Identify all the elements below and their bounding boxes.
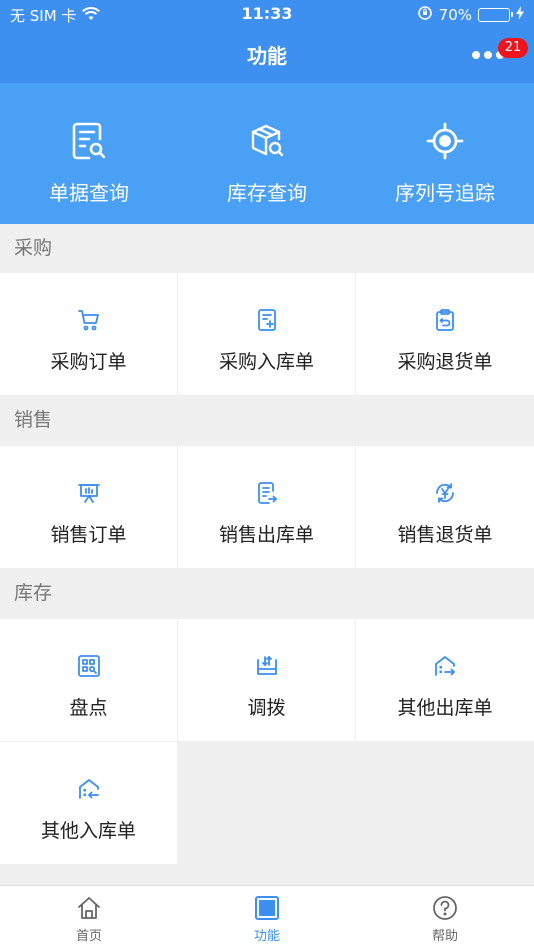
menu-item-other-inbound[interactable]: 其他入库单	[0, 742, 177, 864]
status-bar: 无 SIM 卡 11:33 70%	[0, 0, 534, 28]
quick-action-document-query[interactable]: 单据查询	[0, 83, 178, 224]
more-dot-icon	[484, 51, 492, 59]
menu-item-purchase-return[interactable]: 采购退货单	[356, 273, 534, 395]
menu-item-label: 销售退货单	[397, 524, 493, 546]
section-grid-purchase: 采购订单 采购入库单 采购退货单	[0, 273, 534, 395]
inventory-scan-icon	[76, 653, 102, 679]
target-icon	[425, 121, 465, 161]
grid-filler	[356, 742, 534, 864]
menu-item-purchase-order[interactable]: 采购订单	[0, 273, 177, 395]
tab-label: 帮助	[431, 929, 458, 944]
quick-action-label: 单据查询	[49, 181, 129, 205]
menu-item-other-outbound[interactable]: 其他出库单	[356, 619, 534, 741]
quick-action-stock-query[interactable]: 库存查询	[178, 83, 356, 224]
menu-item-sales-return[interactable]: 销售退货单	[356, 446, 534, 568]
status-right: 70%	[417, 5, 524, 25]
tab-label: 功能	[253, 929, 280, 944]
tab-functions[interactable]: 功能	[178, 886, 356, 950]
warehouse-in-icon	[76, 776, 102, 802]
section-header-inventory: 库存	[0, 569, 534, 617]
menu-item-label: 调拨	[247, 697, 286, 719]
menu-item-label: 其他入库单	[40, 820, 136, 842]
grid-filler	[178, 742, 355, 864]
menu-item-label: 销售出库单	[218, 524, 314, 546]
document-export-icon	[254, 480, 280, 506]
section-header-sales: 销售	[0, 396, 534, 444]
quick-action-label: 序列号追踪	[395, 181, 495, 205]
tab-help[interactable]: 帮助	[356, 886, 534, 950]
quick-action-serial-tracking[interactable]: 序列号追踪	[356, 83, 534, 224]
menu-item-stocktake[interactable]: 盘点	[0, 619, 177, 741]
notification-badge: 21	[498, 38, 528, 58]
section-grid-sales: 销售订单 销售出库单 销售退货单	[0, 446, 534, 568]
section-grid-inventory: 盘点 调拨 其他出库单 其他入库单	[0, 619, 534, 864]
document-add-icon	[254, 307, 280, 333]
menu-item-label: 其他出库单	[397, 697, 493, 719]
clipboard-return-icon	[432, 307, 458, 333]
warehouse-out-icon	[432, 653, 458, 679]
yen-refresh-icon	[432, 480, 458, 506]
battery-percent: 70%	[438, 6, 472, 24]
menu-item-label: 采购退货单	[397, 351, 493, 373]
charging-icon	[516, 6, 524, 24]
quick-action-label: 库存查询	[227, 181, 307, 205]
cart-icon	[76, 307, 102, 333]
more-dot-icon	[472, 51, 480, 59]
tab-label: 首页	[75, 929, 102, 944]
menu-item-purchase-inbound[interactable]: 采购入库单	[178, 273, 355, 395]
menu-item-sales-order[interactable]: 销售订单	[0, 446, 177, 568]
menu-item-label: 采购订单	[50, 351, 127, 373]
box-search-icon	[247, 121, 287, 161]
menu-item-sales-outbound[interactable]: 销售出库单	[178, 446, 355, 568]
quick-actions: 单据查询 库存查询 序列号追踪	[0, 83, 534, 224]
menu-item-transfer[interactable]: 调拨	[178, 619, 355, 741]
transfer-icon	[254, 653, 280, 679]
presentation-icon	[76, 480, 102, 506]
tab-bar: 首页 功能 帮助	[0, 885, 534, 950]
nav-bar: 功能 21	[0, 28, 534, 83]
orientation-lock-icon	[417, 5, 433, 25]
menu-item-label: 采购入库单	[218, 351, 314, 373]
home-icon	[76, 895, 102, 921]
section-header-purchase: 采购	[0, 224, 534, 272]
menu-item-label: 销售订单	[50, 524, 127, 546]
menu-item-label: 盘点	[69, 697, 108, 719]
battery-icon	[478, 8, 513, 22]
document-search-icon	[69, 121, 109, 161]
page-title: 功能	[247, 44, 287, 68]
grid-icon	[254, 895, 280, 921]
help-icon	[432, 895, 458, 921]
tab-home[interactable]: 首页	[0, 886, 178, 950]
